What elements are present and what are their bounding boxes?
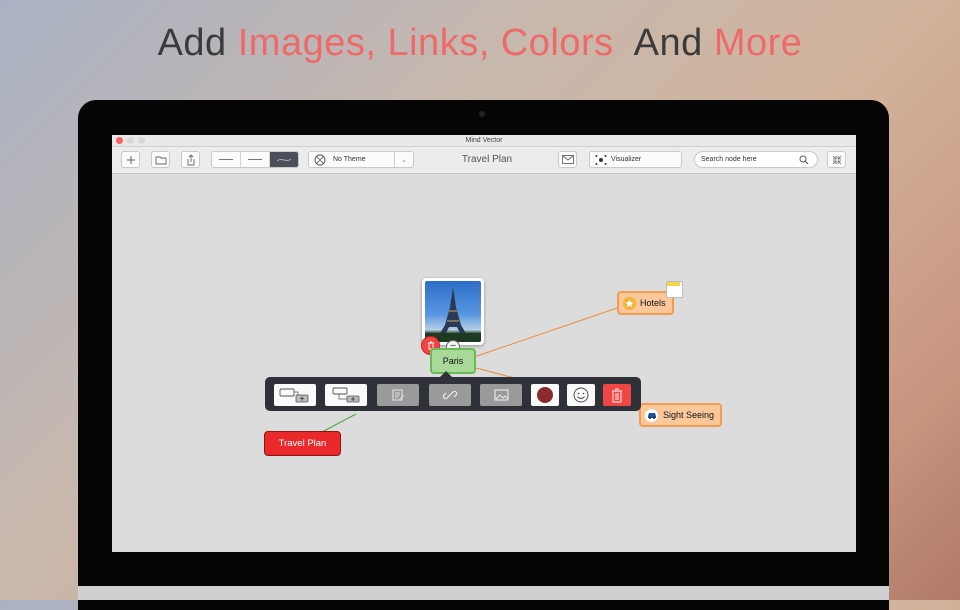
headline-highlight-2: More	[713, 22, 803, 64]
color-icon	[537, 387, 553, 403]
mindmap-node-travel-plan[interactable]: Travel Plan	[264, 431, 341, 456]
add-child-node-button[interactable]	[274, 384, 316, 406]
emoji-button[interactable]	[567, 384, 595, 406]
add-image-button[interactable]	[480, 384, 522, 406]
node-label: Hotels	[640, 298, 666, 308]
car-icon	[645, 408, 658, 422]
node-label: Travel Plan	[278, 438, 327, 449]
star-icon	[623, 296, 636, 310]
note-icon	[392, 389, 405, 401]
headline: Add Images, Links, Colors And More	[0, 22, 960, 65]
image-node[interactable]	[422, 278, 484, 345]
add-note-button[interactable]	[377, 384, 419, 406]
node-label: Sight Seeing	[663, 410, 715, 420]
edge-paris-hotels	[473, 306, 621, 358]
headline-part-3: And	[613, 22, 714, 64]
add-sibling-node-icon	[332, 387, 360, 403]
mindmap-node-sight-seeing[interactable]: Sight Seeing	[639, 403, 722, 427]
node-label: Paris	[442, 356, 464, 366]
eiffel-tower-photo	[425, 281, 481, 342]
app-window: Mind Vector No Theme ⌄ Travel Plan Visua…	[112, 135, 856, 552]
emoji-icon	[573, 387, 589, 403]
image-icon	[494, 389, 508, 401]
add-child-node-icon	[279, 388, 309, 403]
laptop-base	[78, 586, 889, 600]
link-icon	[443, 390, 457, 400]
edge-root-paris	[321, 413, 357, 433]
delete-node-button[interactable]	[603, 384, 631, 406]
headline-highlight-1: Images, Links, Colors	[237, 22, 614, 64]
eiffel-tower-icon	[425, 287, 481, 342]
mindmap-node-paris[interactable]: Paris	[430, 348, 476, 374]
mindmap-edges	[321, 306, 643, 433]
headline-part-1: Add	[157, 22, 238, 64]
note-icon[interactable]	[666, 281, 683, 298]
camera	[479, 111, 485, 117]
color-picker-button[interactable]	[531, 384, 559, 406]
add-sibling-node-button[interactable]	[325, 384, 367, 406]
node-context-toolbar	[265, 371, 641, 411]
add-link-button[interactable]	[429, 384, 471, 406]
trash-icon	[612, 388, 622, 402]
